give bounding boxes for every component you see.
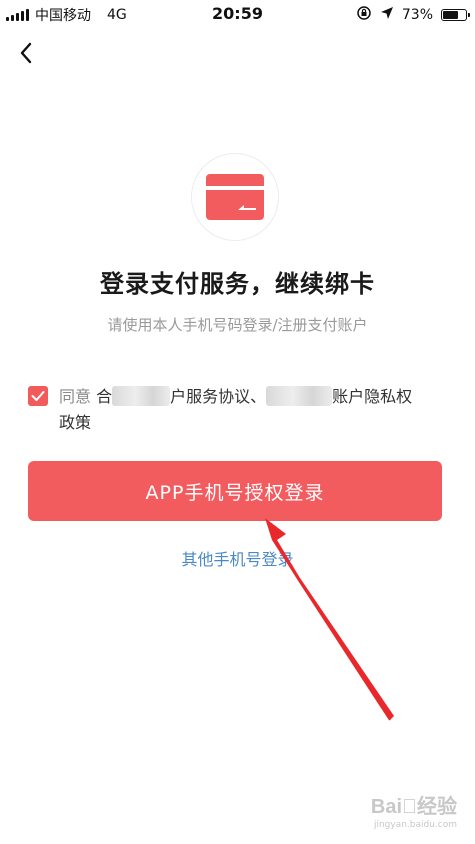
- other-phone-login-link[interactable]: 其他手机号登录: [0, 546, 475, 570]
- battery-level-fill: [443, 11, 459, 19]
- watermark-url: jingyan.baidu.com: [373, 820, 457, 830]
- agree-prefix: 同意: [59, 387, 92, 406]
- watermark-brand: Bai⃝经验: [370, 796, 457, 818]
- status-right: 73%: [356, 5, 470, 25]
- card-icon-container: [191, 153, 279, 241]
- watermark: Bai⃝经验 jingyan.baidu.com: [371, 790, 457, 830]
- battery-icon: [441, 9, 470, 21]
- app-phone-login-button[interactable]: APP手机号授权登录: [28, 461, 442, 521]
- agreement-text: 同意 合 户服务协议、 账户隐私权 政策: [59, 384, 459, 436]
- agreement-checkbox[interactable]: [28, 386, 48, 406]
- back-button[interactable]: [12, 38, 40, 68]
- chevron-left-icon: [20, 42, 32, 64]
- terms-link-2-continued[interactable]: 政策: [59, 413, 91, 432]
- agree-fragment: 合: [96, 387, 113, 406]
- bank-card-icon: [206, 174, 264, 220]
- page-title: 登录支付服务，继续绑卡: [100, 270, 375, 298]
- terms-link-1[interactable]: 户服务协议、: [170, 387, 266, 406]
- check-icon: [31, 391, 45, 401]
- other-phone-login-label: 其他手机号登录: [181, 550, 294, 569]
- redacted-text: [112, 386, 171, 406]
- page-subtitle: 请使用本人手机号码登录/注册支付账户: [107, 316, 368, 334]
- rotation-lock-icon: [356, 5, 372, 25]
- status-bar: 中国移动 4G 20:59 73%: [0, 0, 475, 28]
- redacted-text: [266, 386, 333, 406]
- battery-percent: 73%: [401, 7, 433, 23]
- location-arrow-icon: [380, 6, 394, 24]
- terms-link-2[interactable]: 账户隐私权: [332, 387, 412, 406]
